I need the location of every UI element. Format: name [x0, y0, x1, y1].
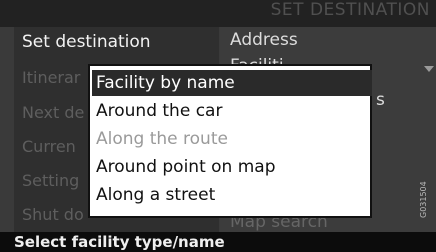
title-bar: SET DESTINATION — [0, 0, 436, 27]
menu-item-itinerary[interactable]: Itinerar — [22, 68, 80, 87]
status-bar: Select facility type/name — [0, 232, 436, 252]
submenu-item-address[interactable]: Address — [230, 30, 298, 50]
menu-item-set-destination[interactable]: Set destination — [22, 32, 151, 52]
menu-item-shut-down[interactable]: Shut do — [22, 205, 84, 224]
nav-screen: SET DESTINATION Set destination Itinerar… — [0, 0, 436, 252]
facility-popup-menu: Facility by name Around the car Along th… — [88, 64, 372, 218]
menu-item-next-destination[interactable]: Next de — [22, 103, 84, 122]
popup-item-around-point-on-map[interactable]: Around point on map — [96, 154, 276, 180]
popup-item-around-the-car[interactable]: Around the car — [96, 98, 222, 124]
screen-title: SET DESTINATION — [270, 0, 430, 20]
image-code: G031504 — [419, 181, 428, 218]
popup-item-along-the-route[interactable]: Along the route — [96, 126, 228, 152]
chevron-down-icon — [424, 66, 434, 72]
popup-item-facility-by-name[interactable]: Facility by name — [92, 70, 372, 96]
status-text: Select facility type/name — [14, 233, 225, 251]
popup-item-along-a-street[interactable]: Along a street — [96, 182, 215, 208]
submenu-item-partial[interactable]: s — [376, 90, 385, 110]
menu-item-current[interactable]: Curren — [22, 137, 76, 156]
menu-item-settings[interactable]: Setting — [22, 171, 79, 190]
